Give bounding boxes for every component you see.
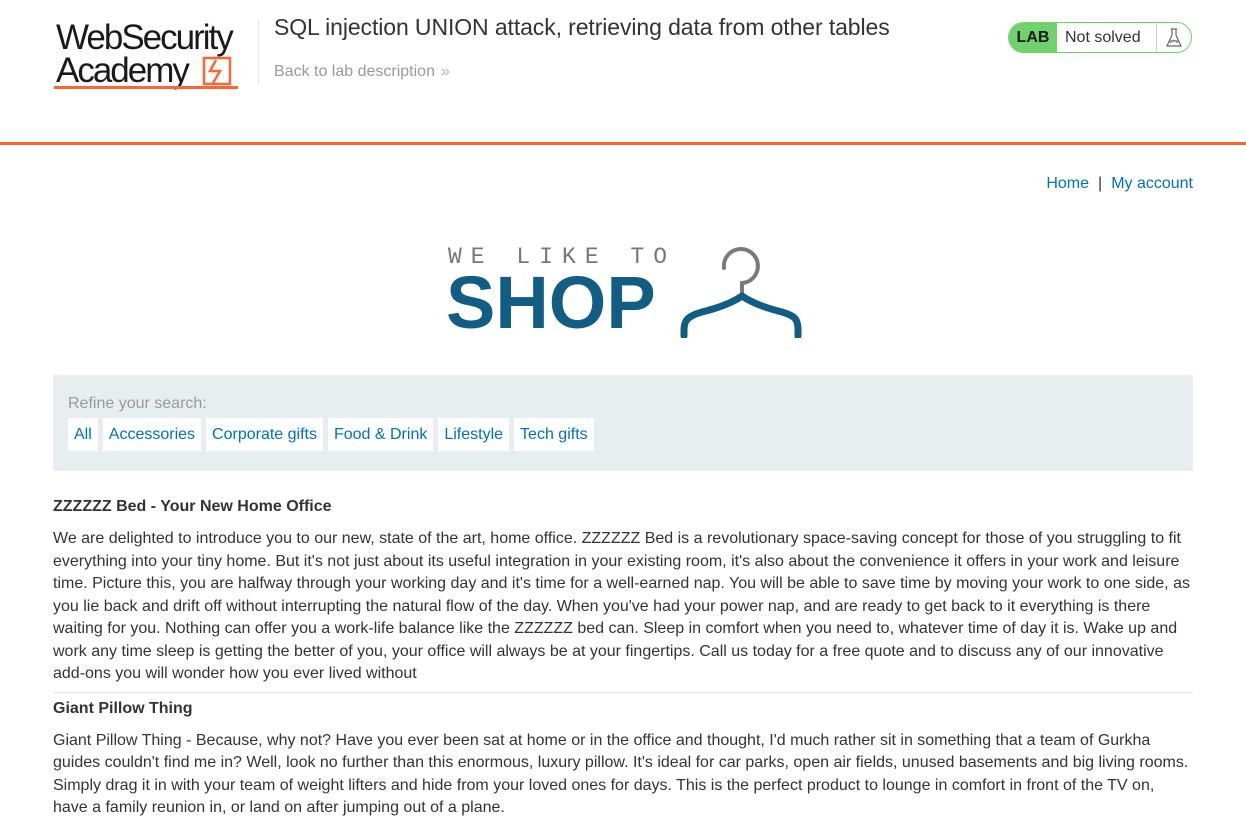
product-divider [53,691,1193,693]
category-accessories-link[interactable]: Accessories [102,418,202,451]
product-list: ZZZZZZ Bed - Your New Home Office We are… [53,496,1193,820]
hanger-icon [680,247,802,338]
back-link-label: Back to lab description [274,63,435,80]
list-item: ZZZZZZ Bed - Your New Home Office We are… [53,496,1193,686]
websecurity-academy-logo[interactable]: WebSecurity Academy [54,18,258,94]
category-corporate-gifts-link[interactable]: Corporate gifts [206,418,323,451]
category-filter-links: All Accessories Corporate gifts Food & D… [68,418,599,451]
lab-title: SQL injection UNION attack, retrieving d… [274,14,890,40]
flask-icon [1166,27,1182,47]
lab-status-text: Not solved [1065,28,1141,46]
category-all-link[interactable]: All [68,418,98,451]
logo-text-line2: Academy [56,51,190,90]
category-filter-panel: Refine your search: All Accessories Corp… [53,375,1193,471]
product-description: We are delighted to introduce you to our… [53,530,1190,682]
double-chevron-right-icon: » [440,63,450,80]
header-divider [258,20,259,84]
category-lifestyle-link[interactable]: Lifestyle [438,418,510,451]
list-item: Giant Pillow Thing Giant Pillow Thing - … [53,698,1193,820]
shop-banner: WE LIKE TO SHOP [446,244,802,340]
nav-separator: | [1098,175,1103,192]
my-account-link[interactable]: My account [1111,175,1193,192]
lightning-icon [202,56,232,86]
logo-underline [54,86,238,89]
product-title: Giant Pillow Thing [53,699,193,717]
lab-badge: LAB [1009,23,1057,52]
category-tech-gifts-link[interactable]: Tech gifts [514,418,594,451]
lab-status-widget: LAB Not solved [1008,22,1192,53]
banner-title: SHOP [446,261,656,344]
top-navigation: Home | My account [1046,175,1193,193]
product-title: ZZZZZZ Bed - Your New Home Office [53,498,332,515]
refine-search-label: Refine your search: [68,395,207,412]
back-to-lab-description-link[interactable]: Back to lab description » [274,63,450,81]
home-link[interactable]: Home [1046,175,1089,192]
header-accent-rule [0,142,1246,145]
logo-text-line1: WebSecurity [56,18,234,57]
category-food-drink-link[interactable]: Food & Drink [327,418,434,451]
product-description: Giant Pillow Thing - Because, why not? H… [53,731,1189,817]
lab-header: WebSecurity Academy SQL injection UNION … [0,0,1246,145]
flask-icon-wrap [1156,23,1191,52]
